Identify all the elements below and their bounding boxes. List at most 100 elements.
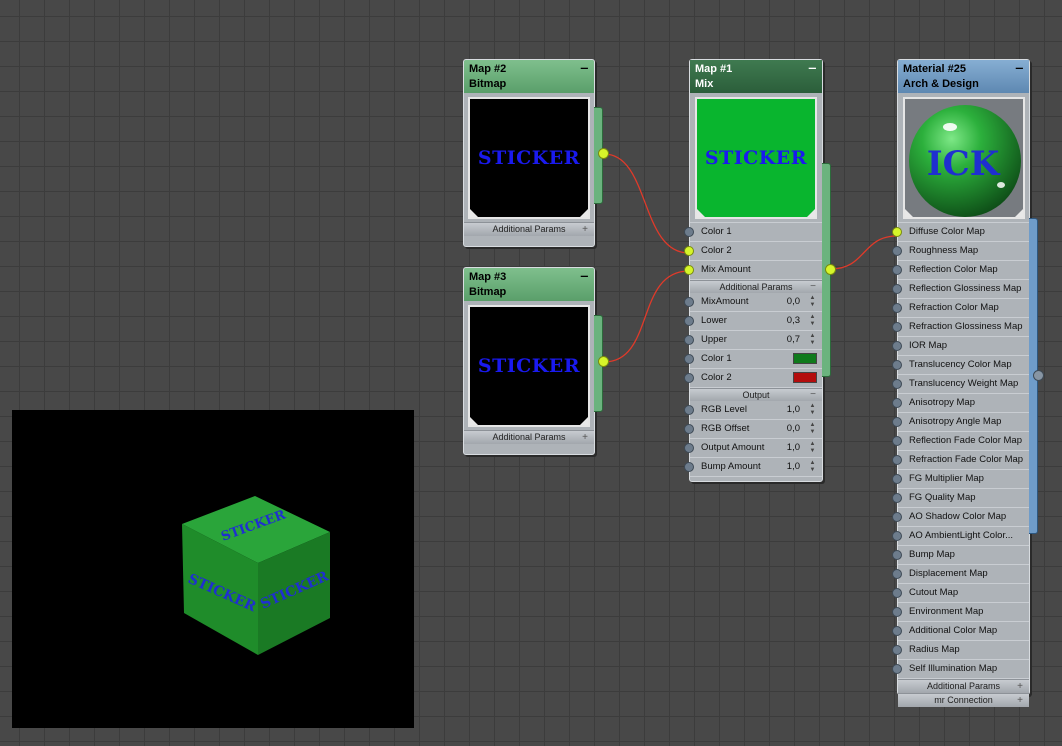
material-slot[interactable]: Diffuse Color Map xyxy=(892,223,1029,242)
material-slot[interactable]: Refraction Color Map xyxy=(892,299,1029,318)
socket-icon[interactable] xyxy=(684,405,694,415)
param-value[interactable]: 0,7 xyxy=(776,331,800,349)
socket-icon[interactable] xyxy=(892,588,902,598)
expand-icon[interactable]: + xyxy=(582,431,588,444)
spinner-icon[interactable]: ▲ ▼ xyxy=(809,333,816,347)
socket-icon[interactable] xyxy=(892,569,902,579)
additional-params-rollout[interactable]: Additional Params + xyxy=(464,430,594,444)
material-slot[interactable]: Reflection Fade Color Map xyxy=(892,432,1029,451)
socket-icon[interactable] xyxy=(892,379,902,389)
collapse-icon[interactable]: − xyxy=(810,281,816,293)
socket-icon[interactable] xyxy=(892,436,902,446)
socket-icon[interactable] xyxy=(892,417,902,427)
node-material25[interactable]: Material #25 Arch & Design ‒ ICK Diffuse… xyxy=(892,59,1030,707)
socket-icon[interactable] xyxy=(892,303,902,313)
collapse-icon[interactable]: ‒ xyxy=(809,61,816,74)
material-slot[interactable]: Translucency Weight Map xyxy=(892,375,1029,394)
material-output-socket[interactable] xyxy=(1033,370,1044,381)
material-slot[interactable]: FG Multiplier Map xyxy=(892,470,1029,489)
additional-params-rollout[interactable]: Additional Params + xyxy=(898,679,1029,693)
param-lower[interactable]: Lower 0,3 ▲ ▼ xyxy=(684,312,822,331)
socket-icon[interactable] xyxy=(892,626,902,636)
param-rgb-level[interactable]: RGB Level 1,0 ▲ ▼ xyxy=(684,401,822,420)
socket-icon[interactable] xyxy=(892,227,902,237)
material-slot[interactable]: Refraction Glossiness Map xyxy=(892,318,1029,337)
param-value[interactable]: 1,0 xyxy=(776,401,800,419)
socket-icon[interactable] xyxy=(684,316,694,326)
node-header[interactable]: Material #25 Arch & Design ‒ xyxy=(898,60,1029,93)
socket-icon[interactable] xyxy=(684,443,694,453)
mr-connection-rollout[interactable]: mr Connection + xyxy=(898,693,1029,707)
material-slot[interactable]: Displacement Map xyxy=(892,565,1029,584)
param-bump-amount[interactable]: Bump Amount 1,0 ▲ ▼ xyxy=(684,458,822,477)
node-map1-mix[interactable]: Map #1 Mix ‒ STICKER Color 1 Color 2 Mix… xyxy=(684,59,823,482)
socket-icon[interactable] xyxy=(684,246,694,256)
param-output-amount[interactable]: Output Amount 1,0 ▲ ▼ xyxy=(684,439,822,458)
input-mix-amount[interactable]: Mix Amount xyxy=(684,261,822,280)
material-slot[interactable]: Roughness Map xyxy=(892,242,1029,261)
socket-icon[interactable] xyxy=(892,284,902,294)
node-header[interactable]: Map #1 Mix ‒ xyxy=(690,60,822,93)
map3-output-socket[interactable] xyxy=(598,356,609,367)
spinner-icon[interactable]: ▲ ▼ xyxy=(809,422,816,436)
param-mixamount[interactable]: MixAmount 0,0 ▲ ▼ xyxy=(684,293,822,312)
param-value[interactable]: 0,0 xyxy=(776,420,800,438)
collapse-icon[interactable]: ‒ xyxy=(581,269,588,282)
socket-icon[interactable] xyxy=(684,227,694,237)
material-slot[interactable]: Refraction Fade Color Map xyxy=(892,451,1029,470)
param-color2[interactable]: Color 2 xyxy=(684,369,822,388)
output-rollout[interactable]: Output − xyxy=(690,388,822,401)
socket-icon[interactable] xyxy=(684,335,694,345)
color-swatch[interactable] xyxy=(793,353,817,364)
param-value[interactable]: 1,0 xyxy=(776,458,800,476)
socket-icon[interactable] xyxy=(892,455,902,465)
input-color2[interactable]: Color 2 xyxy=(684,242,822,261)
material-slot[interactable]: Cutout Map xyxy=(892,584,1029,603)
node-map3[interactable]: Map #3 Bitmap ‒ STICKER Additional Param… xyxy=(463,267,595,455)
material-slot[interactable]: Self Illumination Map xyxy=(892,660,1029,679)
param-upper[interactable]: Upper 0,7 ▲ ▼ xyxy=(684,331,822,350)
render-viewport[interactable]: STICKER STICKER STICKER xyxy=(12,410,414,728)
node-header[interactable]: Map #2 Bitmap ‒ xyxy=(464,60,594,93)
map1-output-socket[interactable] xyxy=(825,264,836,275)
color-swatch[interactable] xyxy=(793,372,817,383)
material-slot[interactable]: Translucency Color Map xyxy=(892,356,1029,375)
socket-icon[interactable] xyxy=(892,246,902,256)
spinner-icon[interactable]: ▲ ▼ xyxy=(809,295,816,309)
socket-icon[interactable] xyxy=(684,373,694,383)
collapse-icon[interactable]: ‒ xyxy=(1016,61,1023,74)
socket-icon[interactable] xyxy=(892,474,902,484)
material-slot[interactable]: Anisotropy Angle Map xyxy=(892,413,1029,432)
node-map2[interactable]: Map #2 Bitmap ‒ STICKER Additional Param… xyxy=(463,59,595,247)
material-slot[interactable]: Additional Color Map xyxy=(892,622,1029,641)
map2-output-socket[interactable] xyxy=(598,148,609,159)
expand-icon[interactable]: + xyxy=(1017,680,1023,693)
socket-icon[interactable] xyxy=(892,607,902,617)
additional-params-rollout[interactable]: Additional Params + xyxy=(464,222,594,236)
spinner-icon[interactable]: ▲ ▼ xyxy=(809,403,816,417)
socket-icon[interactable] xyxy=(684,354,694,364)
socket-icon[interactable] xyxy=(892,360,902,370)
material-slot[interactable]: Reflection Glossiness Map xyxy=(892,280,1029,299)
socket-icon[interactable] xyxy=(684,297,694,307)
param-value[interactable]: 0,3 xyxy=(776,312,800,330)
additional-params-rollout[interactable]: Additional Params − xyxy=(690,280,822,293)
collapse-icon[interactable]: ‒ xyxy=(581,61,588,74)
param-rgb-offset[interactable]: RGB Offset 0,0 ▲ ▼ xyxy=(684,420,822,439)
socket-icon[interactable] xyxy=(892,645,902,655)
material-slot[interactable]: FG Quality Map xyxy=(892,489,1029,508)
node-header[interactable]: Map #3 Bitmap ‒ xyxy=(464,268,594,301)
param-color1[interactable]: Color 1 xyxy=(684,350,822,369)
material-slot[interactable]: Reflection Color Map xyxy=(892,261,1029,280)
socket-icon[interactable] xyxy=(684,462,694,472)
material-slot[interactable]: AO Shadow Color Map xyxy=(892,508,1029,527)
socket-icon[interactable] xyxy=(892,398,902,408)
material-slot[interactable]: Radius Map xyxy=(892,641,1029,660)
socket-icon[interactable] xyxy=(892,265,902,275)
param-value[interactable]: 0,0 xyxy=(776,293,800,311)
collapse-icon[interactable]: − xyxy=(810,389,816,401)
socket-icon[interactable] xyxy=(892,493,902,503)
material-slot[interactable]: AO AmbientLight Color... xyxy=(892,527,1029,546)
material-slot[interactable]: IOR Map xyxy=(892,337,1029,356)
socket-icon[interactable] xyxy=(892,664,902,674)
